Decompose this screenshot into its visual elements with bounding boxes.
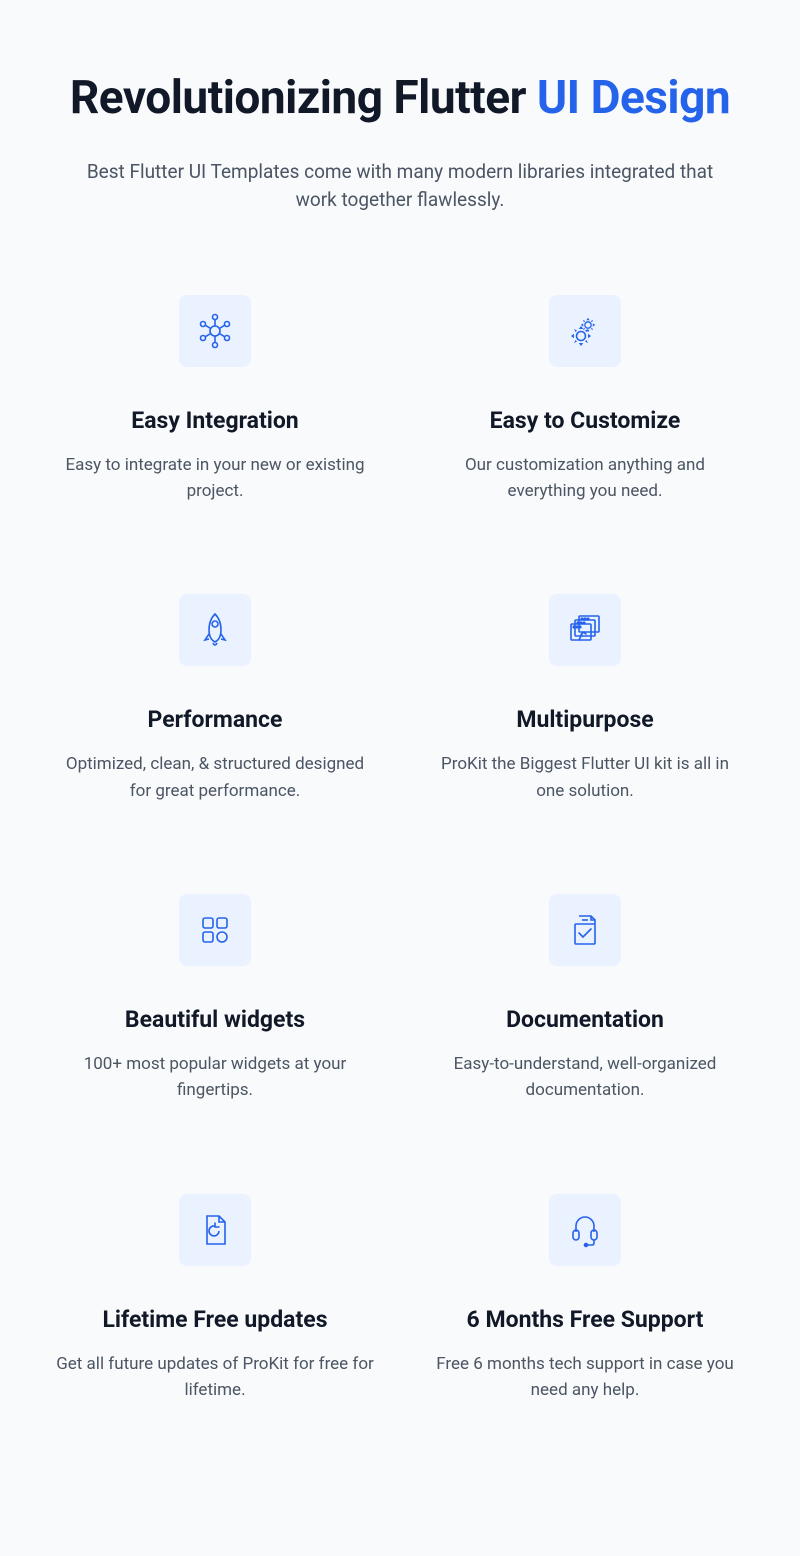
- heading-title: Revolutionizing Flutter UI Design: [40, 70, 760, 128]
- page-heading: Revolutionizing Flutter UI Design: [40, 70, 760, 128]
- feature-desc: Optimized, clean, & structured designed …: [50, 751, 380, 804]
- feature-title: Beautiful widgets: [50, 1006, 380, 1033]
- feature-desc: Easy-to-understand, well-organized docum…: [420, 1051, 750, 1104]
- customize-icon: [549, 295, 621, 367]
- documentation-icon: [549, 894, 621, 966]
- feature-desc: Free 6 months tech support in case you n…: [420, 1351, 750, 1404]
- widgets-icon: [179, 894, 251, 966]
- feature-desc: ProKit the Biggest Flutter UI kit is all…: [420, 751, 750, 804]
- feature-title: Easy to Customize: [420, 407, 750, 434]
- features-grid: Easy Integration Easy to integrate in yo…: [40, 295, 760, 1404]
- updates-icon: [179, 1194, 251, 1266]
- feature-card-customize: Easy to Customize Our customization anyt…: [420, 295, 750, 505]
- feature-desc: Get all future updates of ProKit for fre…: [50, 1351, 380, 1404]
- feature-desc: Our customization anything and everythin…: [420, 452, 750, 505]
- feature-desc: 100+ most popular widgets at your finger…: [50, 1051, 380, 1104]
- performance-icon: [179, 594, 251, 666]
- feature-card-performance: Performance Optimized, clean, & structur…: [50, 594, 380, 804]
- feature-title: 6 Months Free Support: [420, 1306, 750, 1333]
- feature-title: Documentation: [420, 1006, 750, 1033]
- feature-card-multipurpose: Multipurpose ProKit the Biggest Flutter …: [420, 594, 750, 804]
- feature-card-updates: Lifetime Free updates Get all future upd…: [50, 1194, 380, 1404]
- feature-title: Performance: [50, 706, 380, 733]
- feature-title: Easy Integration: [50, 407, 380, 434]
- feature-title: Lifetime Free updates: [50, 1306, 380, 1333]
- feature-title: Multipurpose: [420, 706, 750, 733]
- heading-main: Revolutionizing Flutter: [70, 71, 537, 125]
- multipurpose-icon: [549, 594, 621, 666]
- feature-card-integration: Easy Integration Easy to integrate in yo…: [50, 295, 380, 505]
- subtitle: Best Flutter UI Templates come with many…: [80, 158, 720, 215]
- feature-card-documentation: Documentation Easy-to-understand, well-o…: [420, 894, 750, 1104]
- feature-card-widgets: Beautiful widgets 100+ most popular widg…: [50, 894, 380, 1104]
- feature-desc: Easy to integrate in your new or existin…: [50, 452, 380, 505]
- feature-card-support: 6 Months Free Support Free 6 months tech…: [420, 1194, 750, 1404]
- integration-icon: [179, 295, 251, 367]
- support-icon: [549, 1194, 621, 1266]
- heading-accent: UI Design: [537, 71, 730, 125]
